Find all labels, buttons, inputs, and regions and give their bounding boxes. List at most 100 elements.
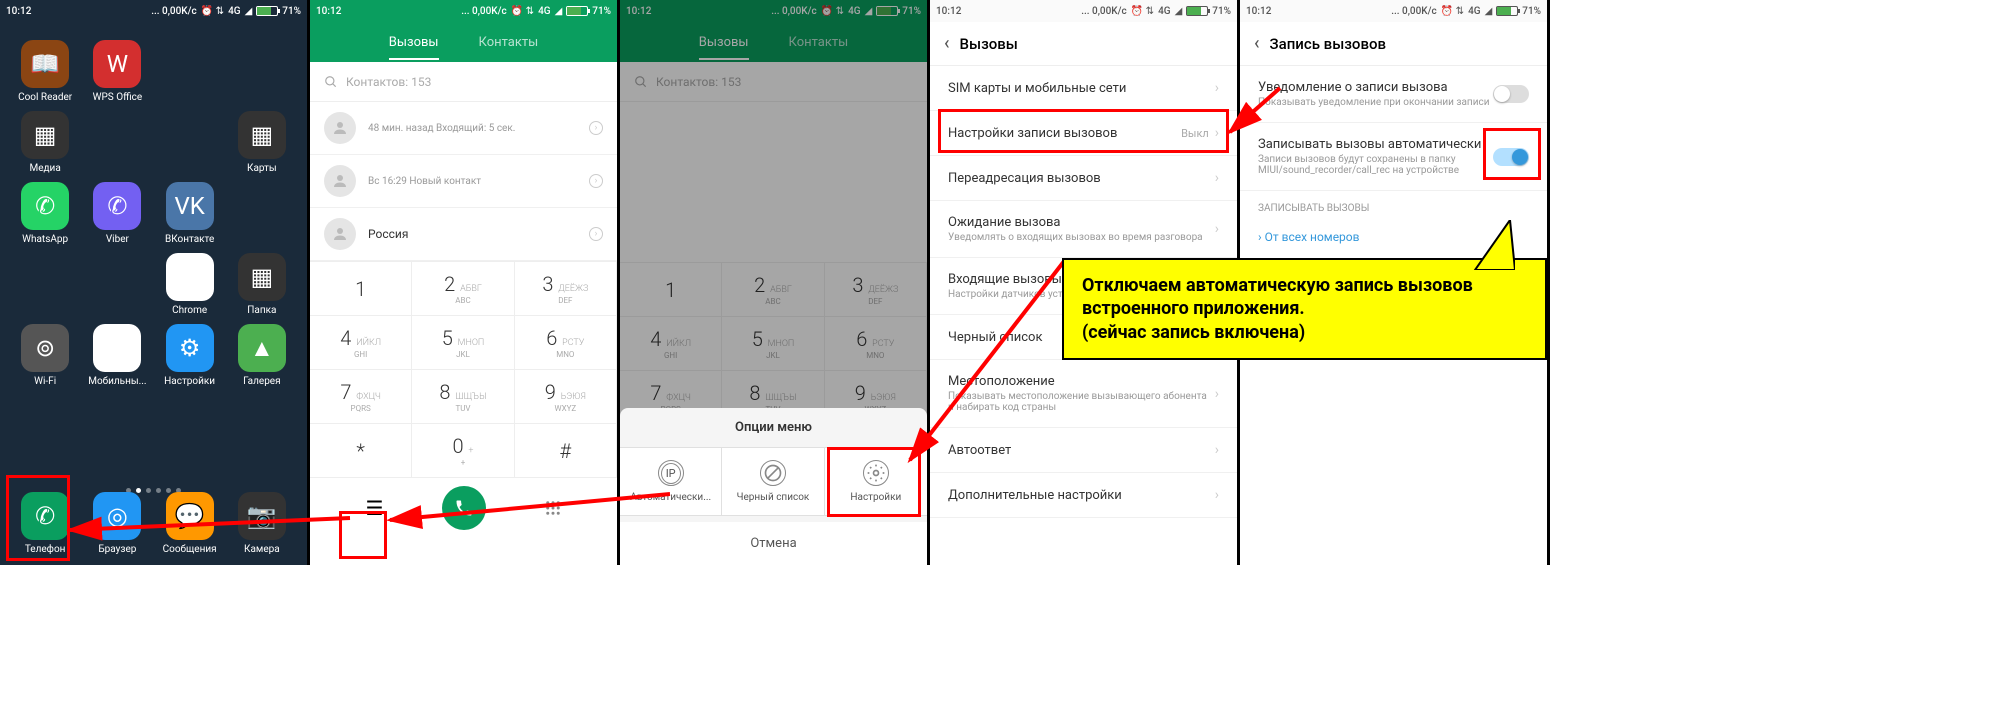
app-медиа[interactable]: ▦Медиа: [14, 111, 76, 174]
phone-icon: [454, 498, 474, 518]
callout-tail: [1455, 220, 1515, 270]
app-cool-reader[interactable]: 📖 Cool Reader: [14, 40, 76, 103]
setting-row[interactable]: SIM карты и мобильные сети›: [930, 66, 1237, 111]
app-wps-office[interactable]: WWPS Office: [86, 40, 148, 103]
cancel-button[interactable]: Отмена: [620, 522, 927, 565]
dial-key-3[interactable]: 3 ДЕЁЖЗDEF: [515, 262, 617, 316]
call-log-item[interactable]: Россия›: [310, 208, 617, 261]
setting-row[interactable]: Автоответ›: [930, 428, 1237, 473]
app-label: ВКонтакте: [165, 234, 214, 245]
option-settings[interactable]: Настройки: [825, 448, 927, 515]
option-ip[interactable]: IPАвтоматически...: [620, 448, 722, 515]
app-whatsapp[interactable]: ✆ WhatsApp: [14, 182, 76, 245]
options-sheet: Опции меню IPАвтоматически...Черный спис…: [620, 408, 927, 565]
app-icon-graphic: ◎: [93, 492, 141, 540]
app-папка[interactable]: ▦ Папка: [231, 253, 293, 316]
dial-key-7[interactable]: 7 ФХЦЧPQRS: [310, 370, 412, 424]
app-галерея[interactable]: ▲Галерея: [231, 324, 293, 387]
tab-contacts[interactable]: Контакты: [479, 35, 539, 50]
app-label: Viber: [106, 234, 129, 245]
app-icon-graphic: ▦: [238, 111, 286, 159]
app-вконтакте[interactable]: VK ВКонтакте: [159, 182, 221, 245]
app-icon-graphic: ▲: [238, 324, 286, 372]
setting-row[interactable]: МестоположениеПоказывать местоположение …: [930, 360, 1237, 428]
app-icon-graphic: ⚙: [166, 324, 214, 372]
dial-key-9[interactable]: 9 ЬЭЮЯWXYZ: [515, 370, 617, 424]
dial-key-*[interactable]: *: [310, 424, 412, 478]
dock-сообщения[interactable]: 💬Сообщения: [159, 492, 221, 555]
tab-calls[interactable]: Вызовы: [389, 35, 439, 60]
avatar: [324, 218, 356, 250]
battery-icon: [256, 6, 278, 16]
setting-row[interactable]: Дополнительные настройки›: [930, 473, 1237, 518]
setting-row[interactable]: Записывать вызовы автоматическиЗаписи вы…: [1240, 123, 1547, 191]
back-button[interactable]: ‹: [1254, 33, 1260, 54]
back-button[interactable]: ‹: [944, 33, 950, 54]
app-мобильны---[interactable]: ↕Мобильны...: [86, 324, 148, 387]
app-label: Wi-Fi: [34, 376, 56, 387]
detail-icon[interactable]: ›: [589, 121, 603, 135]
setting-row[interactable]: Переадресация вызовов›: [930, 156, 1237, 201]
gear-icon: [863, 460, 889, 486]
app-icon-graphic: ✆: [93, 182, 141, 230]
app-wi-fi[interactable]: ⊚Wi-Fi: [14, 324, 76, 387]
app-icon-graphic: ▦: [238, 253, 286, 301]
detail-icon[interactable]: ›: [589, 227, 603, 241]
dial-key-1[interactable]: 1: [310, 262, 412, 316]
settings-header: ‹ Вызовы: [930, 22, 1237, 66]
chevron-right-icon: ›: [1215, 170, 1219, 186]
block-icon: [760, 460, 786, 486]
setting-row[interactable]: Ожидание вызоваУведомлять о входящих выз…: [930, 201, 1237, 258]
app-icon-graphic: ✆: [21, 492, 69, 540]
menu-button[interactable]: ☰: [353, 486, 397, 530]
dialpad-button[interactable]: [531, 486, 575, 530]
app-label: Телефон: [25, 544, 66, 555]
app-icon-graphic: 📖: [21, 40, 69, 88]
app-icon-graphic: VK: [166, 182, 214, 230]
dial-key-8[interactable]: 8 ШЩЪЫTUV: [412, 370, 514, 424]
dock-браузер[interactable]: ◎ Браузер: [86, 492, 148, 555]
app-icon-graphic: 📷: [238, 492, 286, 540]
chevron-right-icon: ›: [1215, 125, 1219, 141]
app-icon-graphic: ▦: [21, 111, 69, 159]
battery-icon: [1186, 6, 1208, 16]
call-log-item[interactable]: Вс 16:29 Новый контакт›: [310, 155, 617, 208]
app-icon-graphic: ✆: [21, 182, 69, 230]
dial-key-6[interactable]: 6 РСТУMNO: [515, 316, 617, 370]
dial-key-4[interactable]: 4 ИЙКЛGHI: [310, 316, 412, 370]
status-bar: 10:12 ... 0,00K/c ⏰ ⇅ 4G ◢ 71%: [0, 0, 307, 22]
app-label: Папка: [247, 305, 276, 316]
dial-key-#[interactable]: #: [515, 424, 617, 478]
dialer-screen: 10:12 ... 0,00K/c⏰ ⇅4G◢71% Вызовы Контак…: [310, 0, 620, 565]
dial-key-5[interactable]: 5 МНОПJKL: [412, 316, 514, 370]
dialer-options-screen: 10:12 ... 0,00K/c⏰ ⇅4G◢71% Вызовы Контак…: [620, 0, 930, 565]
dialpad-icon: [544, 499, 562, 517]
dial-key-0[interactable]: 0 ++: [412, 424, 514, 478]
app-карты[interactable]: ▦Карты: [231, 111, 293, 174]
setting-row[interactable]: Настройки записи вызововВыкл›: [930, 111, 1237, 156]
dial-key-2[interactable]: 2 АБВГABC: [412, 262, 514, 316]
avatar: [324, 112, 356, 144]
call-log-item[interactable]: 48 мин. назад Входящий: 5 сек.›: [310, 102, 617, 155]
option-blacklist[interactable]: Черный список: [722, 448, 824, 515]
app-label: WhatsApp: [22, 234, 68, 245]
settings-header: ‹ Запись вызовов: [1240, 22, 1547, 66]
toggle-switch[interactable]: [1493, 85, 1529, 103]
dock-телефон[interactable]: ✆ Телефон: [14, 492, 76, 555]
app-label: Сообщения: [163, 544, 217, 555]
toggle-switch[interactable]: [1493, 148, 1529, 166]
search-icon: [324, 75, 338, 89]
app-label: Cool Reader: [18, 92, 72, 103]
call-button[interactable]: [442, 486, 486, 530]
page-title: Вызовы: [960, 35, 1018, 53]
app-label: Камера: [244, 544, 280, 555]
app-настройки[interactable]: ⚙Настройки: [159, 324, 221, 387]
app-viber[interactable]: ✆ Viber: [86, 182, 148, 245]
search-input[interactable]: Контактов: 153: [310, 62, 617, 102]
dock-камера[interactable]: 📷 Камера: [231, 492, 293, 555]
app-label: Браузер: [98, 544, 136, 555]
detail-icon[interactable]: ›: [589, 174, 603, 188]
setting-row[interactable]: Уведомление о записи вызоваПоказывать ув…: [1240, 66, 1547, 123]
app-chrome[interactable]: ◉Chrome: [159, 253, 221, 316]
chevron-right-icon: ›: [1215, 80, 1219, 96]
